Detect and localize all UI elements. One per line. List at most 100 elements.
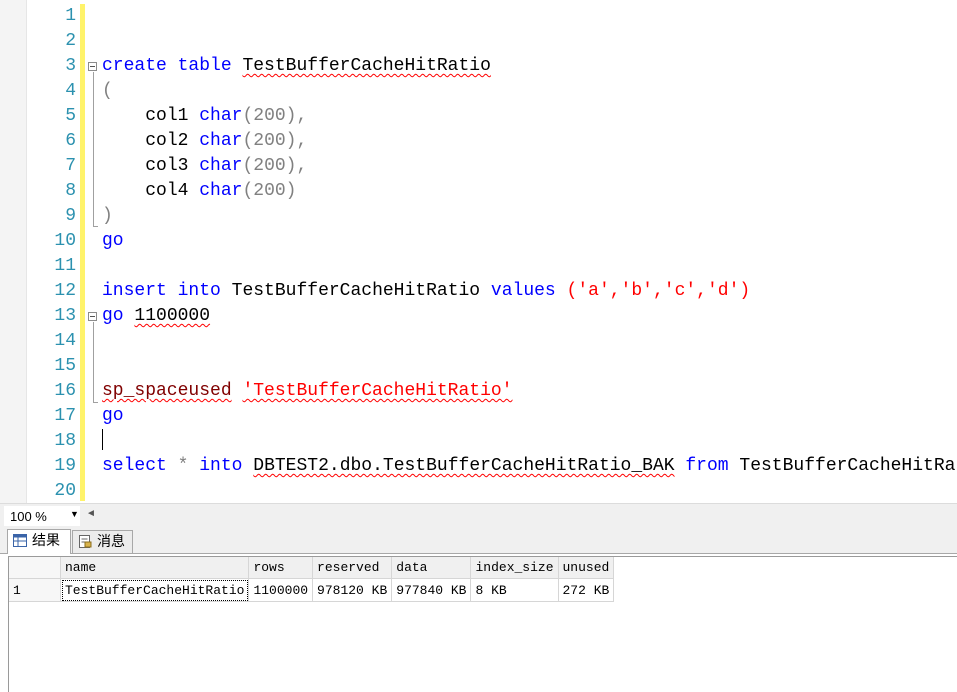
target-table: DBTEST2.dbo.TestBufferCacheHitRatio_BAK xyxy=(253,456,675,476)
results-pane: 结果 消息 name rows reserved data index_size xyxy=(0,527,957,692)
column-header[interactable]: data xyxy=(391,557,472,579)
code-line[interactable]: sp_spaceused 'TestBufferCacheHitRatio' xyxy=(102,379,512,404)
tab-messages[interactable]: 消息 xyxy=(72,530,133,553)
sql-type: char xyxy=(199,181,243,201)
code-line[interactable]: ) xyxy=(102,204,113,229)
line-number: 18 xyxy=(54,431,76,451)
grid-cell[interactable]: 978120 KB xyxy=(312,578,393,602)
code-line[interactable]: col4 char(200) xyxy=(102,179,296,204)
table-name: TestBufferCacheHitRatio xyxy=(231,281,481,301)
sql-keyword: go xyxy=(102,306,124,326)
sql-type: char xyxy=(199,131,243,151)
line-number: 1 xyxy=(65,6,76,26)
column-name: col2 xyxy=(145,131,189,151)
results-tabstrip: 结果 消息 xyxy=(0,527,957,554)
column-header[interactable]: reserved xyxy=(312,557,393,579)
table-name: TestBufferCacheHitRatio xyxy=(242,56,491,76)
scroll-left-icon[interactable]: ◄ xyxy=(86,508,96,519)
zoom-value: 100 % xyxy=(10,509,47,524)
line-number: 6 xyxy=(65,131,76,151)
sql-keyword: insert xyxy=(102,281,167,301)
tab-results-label: 结果 xyxy=(32,532,60,548)
code-line[interactable]: insert into TestBufferCacheHitRatio valu… xyxy=(102,279,750,304)
star: * xyxy=(177,456,189,476)
column-header[interactable]: name xyxy=(60,557,250,579)
collapse-toggle-icon[interactable] xyxy=(88,312,97,321)
column-header[interactable]: index_size xyxy=(470,557,559,579)
line-number: 16 xyxy=(54,381,76,401)
line-number: 2 xyxy=(65,31,76,51)
grid-corner[interactable] xyxy=(9,557,61,579)
line-number: 4 xyxy=(65,81,76,101)
line-number: 11 xyxy=(54,256,76,276)
grid-cell[interactable]: TestBufferCacheHitRatio xyxy=(60,578,250,602)
stored-procedure: sp_spaceused xyxy=(102,381,232,401)
line-number: 12 xyxy=(54,281,76,301)
sql-keyword: go xyxy=(102,231,124,251)
line-number: 7 xyxy=(65,156,76,176)
tab-results[interactable]: 结果 xyxy=(7,529,71,554)
column-name: col1 xyxy=(145,106,189,126)
sql-keyword: values xyxy=(490,281,556,301)
batch-count: 1100000 xyxy=(134,306,211,326)
type-size: (200), xyxy=(242,156,308,176)
grid-cell[interactable]: 977840 KB xyxy=(391,578,472,602)
line-number: 8 xyxy=(65,181,76,201)
line-number: 15 xyxy=(54,356,76,376)
zoom-dropdown[interactable]: 100 % ▼ xyxy=(4,506,80,526)
outline-guide xyxy=(93,72,94,226)
grid-cell[interactable]: 8 KB xyxy=(470,578,559,602)
collapse-toggle-icon[interactable] xyxy=(88,62,97,71)
line-number: 9 xyxy=(65,206,76,226)
query-editor[interactable]: 1 2 3 4 5 6 7 8 9 10 11 12 13 14 15 16 1… xyxy=(0,0,957,503)
source-table: TestBufferCacheHitRatio xyxy=(739,456,957,476)
values-list: ('a','b','c','d') xyxy=(566,281,751,301)
sql-keyword: select xyxy=(102,456,167,476)
procedure-argument: 'TestBufferCacheHitRatio' xyxy=(242,381,513,401)
code-line[interactable]: col3 char(200), xyxy=(102,154,307,179)
tab-messages-label: 消息 xyxy=(97,533,125,549)
line-number: 14 xyxy=(54,331,76,351)
code-line[interactable]: col2 char(200), xyxy=(102,129,307,154)
message-icon xyxy=(79,535,92,548)
grid-cell[interactable]: 272 KB xyxy=(558,578,615,602)
line-number: 10 xyxy=(54,231,76,251)
grid-cell[interactable]: 1100000 xyxy=(248,578,314,602)
table-row[interactable]: 1 TestBufferCacheHitRatio 1100000 978120… xyxy=(9,578,615,602)
sql-type: char xyxy=(199,156,243,176)
type-size: (200) xyxy=(242,181,297,201)
line-number: 17 xyxy=(54,406,76,426)
type-size: (200), xyxy=(242,106,308,126)
code-line[interactable]: go xyxy=(102,229,124,254)
selection-margin xyxy=(0,0,27,503)
line-number: 13 xyxy=(54,306,76,326)
code-line[interactable]: go 1100000 xyxy=(102,304,210,329)
text-caret xyxy=(102,429,103,450)
line-number: 3 xyxy=(65,56,76,76)
column-header[interactable]: rows xyxy=(248,557,314,579)
results-grid[interactable]: name rows reserved data index_size unuse… xyxy=(8,556,957,692)
code-line[interactable]: go xyxy=(102,404,124,429)
sql-keyword: go xyxy=(102,406,124,426)
column-header[interactable]: unused xyxy=(558,557,615,579)
chevron-down-icon[interactable]: ▼ xyxy=(70,509,79,519)
line-number: 20 xyxy=(54,481,76,501)
grid-icon xyxy=(13,534,27,547)
line-number: 5 xyxy=(65,106,76,126)
close-paren: ) xyxy=(102,206,113,226)
outline-guide-end xyxy=(93,402,98,403)
sql-keyword: table xyxy=(177,56,232,76)
code-line[interactable]: ( xyxy=(102,79,113,104)
type-size: (200), xyxy=(242,131,308,151)
change-tracking-bar xyxy=(80,4,85,501)
grid-header-row: name rows reserved data index_size unuse… xyxy=(9,557,615,579)
column-name: col4 xyxy=(145,181,189,201)
code-line[interactable]: select * into DBTEST2.dbo.TestBufferCach… xyxy=(102,454,957,479)
row-number[interactable]: 1 xyxy=(9,578,61,602)
code-line[interactable]: create table TestBufferCacheHitRatio xyxy=(102,54,491,79)
outline-guide-end xyxy=(93,226,98,227)
code-line[interactable]: col1 char(200), xyxy=(102,104,307,129)
